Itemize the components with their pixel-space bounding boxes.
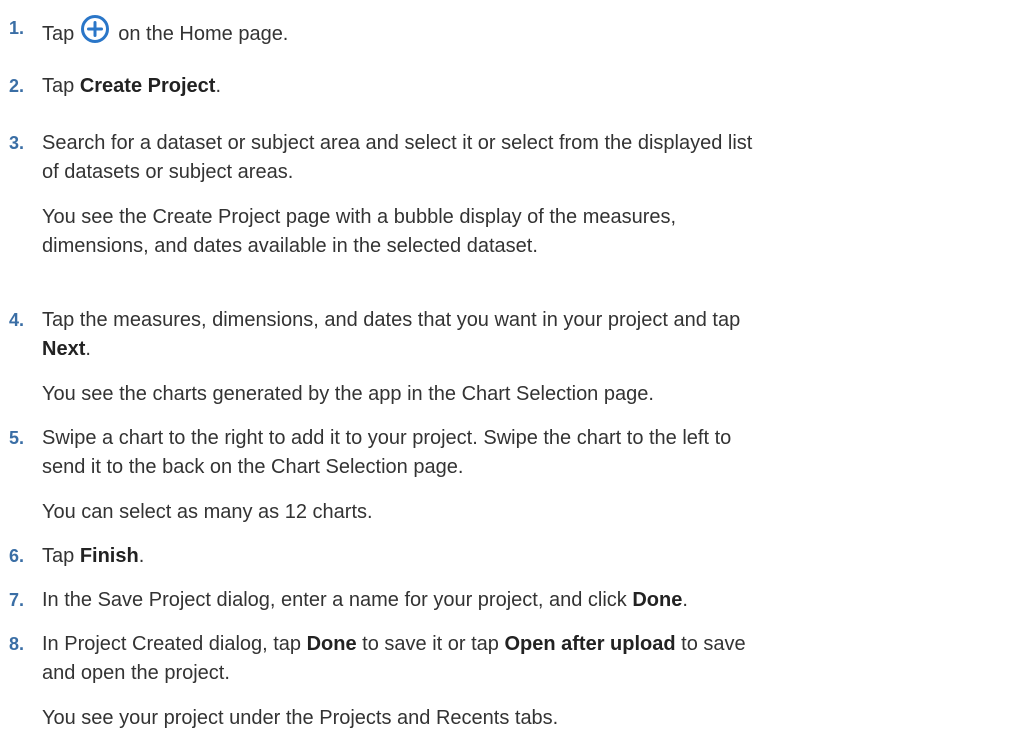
step-text: and open the project. xyxy=(42,662,230,684)
step-number: 5. xyxy=(9,428,25,448)
ui-term-next: Next xyxy=(42,338,86,360)
step-number: 7. xyxy=(9,590,25,610)
step-text: Tap xyxy=(42,23,75,45)
step-text: send it to the back on the Chart Selecti… xyxy=(42,456,464,478)
step-number: 4. xyxy=(9,310,25,330)
step-note: You see the Create Project page with a b… xyxy=(42,206,677,257)
step-number: 8. xyxy=(9,634,25,654)
step-number: 3. xyxy=(9,133,25,153)
ui-term-open-after-upload: Open after upload xyxy=(504,633,676,655)
step-text: In the Save Project dialog, enter a name… xyxy=(42,589,633,611)
step-number: 1. xyxy=(9,18,25,38)
ui-term-create-project: Create Project xyxy=(79,75,216,97)
step-text: on the Home page. xyxy=(118,23,289,45)
step-text: In Project Created dialog, tap xyxy=(42,633,307,655)
ui-term-done: Done xyxy=(306,633,357,655)
step-text: Tap xyxy=(42,545,80,567)
step-note: You can select as many as 12 charts. xyxy=(42,501,373,523)
step-number: 6. xyxy=(9,546,25,566)
plus-circle-icon xyxy=(81,15,110,43)
step-text: Swipe a chart to the right to add it to … xyxy=(42,427,732,449)
step-text: Search for a dataset or subject area and… xyxy=(42,132,753,154)
step-text: Tap the measures, dimensions, and dates … xyxy=(42,309,741,331)
ui-term-finish: Finish xyxy=(79,545,139,567)
step-note: You see the charts generated by the app … xyxy=(42,383,654,405)
ui-term-done: Done xyxy=(632,589,683,611)
step-text: Tap xyxy=(42,75,80,97)
step-number: 2. xyxy=(9,76,25,96)
step-text: of datasets or subject areas. xyxy=(42,161,294,183)
step-note: You see your project under the Projects … xyxy=(42,707,559,729)
